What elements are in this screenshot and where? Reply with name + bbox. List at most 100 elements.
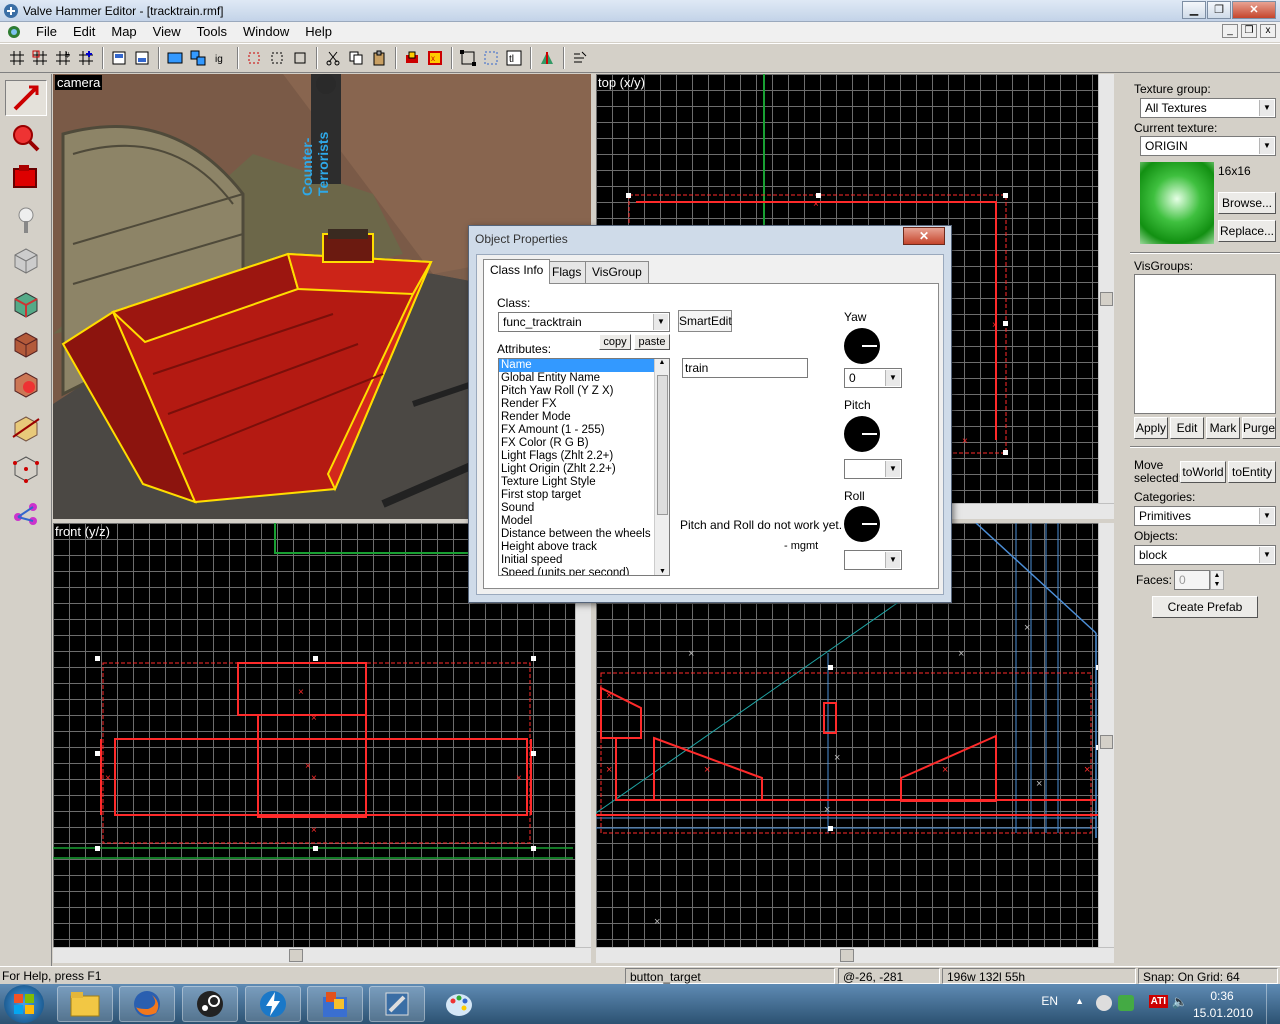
paste-button[interactable]: paste [634,334,670,350]
camera-tool-icon[interactable] [5,160,47,196]
attribute-item[interactable]: Pitch Yaw Roll (Y Z X) [499,385,654,398]
attributes-scrollbar[interactable]: ▲ ▼ [654,359,669,575]
document-icon[interactable] [6,24,22,40]
copy-button[interactable]: copy [599,334,631,350]
edit-visgroup-button[interactable]: Edit [1170,417,1204,439]
doc-restore-button[interactable]: ❐ [1241,24,1257,38]
visgroups-list[interactable] [1134,274,1276,414]
roll-dropdown[interactable]: ▼ [844,550,902,570]
hollow-icon[interactable]: x [424,47,446,69]
texture-preview[interactable] [1140,162,1214,244]
doc-minimize-button[interactable]: _ [1222,24,1238,38]
grid-larger-icon[interactable]: # [52,47,74,69]
language-indicator[interactable]: EN [1041,994,1058,1008]
attribute-item[interactable]: Sound [499,502,654,515]
entity-tool-icon[interactable] [5,202,47,238]
carve-icon[interactable] [401,47,423,69]
hide-selected-icon[interactable] [243,47,265,69]
front-horizontal-scrollbar[interactable] [53,947,591,963]
menu-map[interactable]: Map [103,22,144,42]
cut-icon[interactable] [322,47,344,69]
side-vertical-scrollbar[interactable] [1098,523,1114,947]
menu-view[interactable]: View [145,22,189,42]
magnify-tool-icon[interactable] [5,120,47,156]
load-window-state-icon[interactable] [108,47,130,69]
replace-button[interactable]: Replace... [1218,220,1276,242]
apply-button[interactable]: Apply [1134,417,1168,439]
taskbar-hammer[interactable] [369,986,425,1022]
menu-edit[interactable]: Edit [65,22,103,42]
attribute-item[interactable]: Global Entity Name [499,372,654,385]
attribute-item[interactable]: Render FX [499,398,654,411]
taskbar-explorer[interactable] [57,986,113,1022]
grid-smaller-icon[interactable] [29,47,51,69]
ati-tray-icon[interactable]: ATI [1148,995,1168,1008]
yaw-dropdown[interactable]: 0 ▼ [844,368,902,388]
grid-plus-icon[interactable] [75,47,97,69]
attributes-list[interactable]: Name Global Entity Name Pitch Yaw Roll (Y … [498,358,670,576]
show-all-icon[interactable] [289,47,311,69]
clipping-tool-icon[interactable] [5,410,47,446]
attribute-item[interactable]: Light Origin (Zhlt 2.2+) [499,463,654,476]
faces-field[interactable]: 0 [1174,570,1210,590]
clock-time[interactable]: 0:36 [1192,989,1252,1003]
show-hidden-icons-icon[interactable]: ▲ [1075,996,1084,1006]
group-icon[interactable] [164,47,186,69]
path-tool-icon[interactable] [5,494,47,530]
attribute-item[interactable]: First stop target [499,489,654,502]
apply-current-texture-icon[interactable] [5,326,47,362]
pitch-dropdown[interactable]: ▼ [844,459,902,479]
class-dropdown[interactable]: func_tracktrain ▼ [498,312,670,332]
selection-tool-icon[interactable] [5,80,47,116]
to-entity-button[interactable]: toEntity [1228,461,1276,483]
attribute-item[interactable]: Model [499,515,654,528]
menu-tools[interactable]: Tools [189,22,235,42]
pitch-dial[interactable] [844,416,880,452]
attribute-item[interactable]: Distance between the wheels [499,528,654,541]
attribute-item[interactable]: Render Mode [499,411,654,424]
menu-window[interactable]: Window [235,22,297,42]
entity-report-icon[interactable] [569,47,591,69]
vertex-manipulation-tool-icon[interactable] [5,450,47,486]
attribute-item[interactable]: FX Color (R G B) [499,437,654,450]
faces-stepper[interactable]: ▲ ▼ [1210,570,1224,590]
attribute-item[interactable]: Texture Light Style [499,476,654,489]
taskbar-flashget[interactable] [245,986,301,1022]
save-window-state-icon[interactable] [131,47,153,69]
side-horizontal-scrollbar[interactable] [596,947,1114,963]
taskbar-steam[interactable] [182,986,238,1022]
tab-flags[interactable]: Flags [545,261,589,283]
attribute-item[interactable]: Speed (units per second) [499,567,654,575]
minimize-button[interactable]: ▁ [1182,1,1206,19]
clock-date[interactable]: 15.01.2010 [1188,1006,1258,1020]
block-tool-icon[interactable] [5,242,47,278]
apply-decals-tool-icon[interactable] [5,366,47,402]
run-map-icon[interactable] [536,47,558,69]
ignore-groups-icon[interactable]: ig [210,47,232,69]
restore-button[interactable]: ❐ [1207,1,1231,19]
to-world-button[interactable]: toWorld [1180,461,1226,483]
texture-scaling-lock-icon[interactable] [480,47,502,69]
yaw-dial[interactable] [844,328,880,364]
taskbar-firefox[interactable] [119,986,175,1022]
attribute-value-input[interactable]: train [682,358,808,378]
menu-file[interactable]: File [28,22,65,42]
show-desktop-button[interactable] [1266,984,1280,1024]
purge-button[interactable]: Purge [1242,417,1276,439]
smartedit-button[interactable]: SmartEdit [678,310,732,332]
attribute-item[interactable]: Height above track [499,541,654,554]
paste-icon[interactable] [368,47,390,69]
browse-button[interactable]: Browse... [1218,192,1276,214]
network-tray-icon[interactable] [1118,995,1134,1011]
start-button[interactable] [4,985,44,1023]
grid-toggle-icon[interactable] [6,47,28,69]
current-texture-dropdown[interactable]: ORIGIN ▼ [1140,136,1276,156]
menu-help[interactable]: Help [297,22,340,42]
taskbar-gcfscape[interactable] [307,986,363,1022]
copy-icon[interactable] [345,47,367,69]
taskbar-paint[interactable] [431,986,487,1022]
texture-lock-icon[interactable] [457,47,479,69]
dialog-close-button[interactable]: ✕ [903,227,945,245]
hide-unselected-icon[interactable] [266,47,288,69]
create-prefab-button[interactable]: Create Prefab [1152,596,1258,618]
